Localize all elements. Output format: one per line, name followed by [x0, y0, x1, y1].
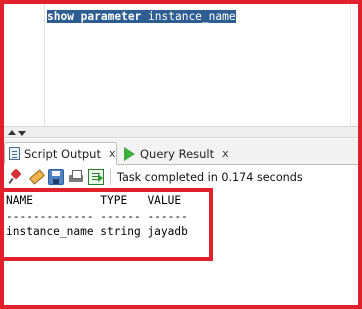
pin-icon[interactable] [8, 169, 24, 185]
tab-script-output[interactable]: Script Output x [4, 142, 117, 165]
code-line-1[interactable]: show parameter instance_name [47, 9, 236, 25]
tab-label-script-output: Script Output [24, 146, 101, 161]
save-icon[interactable] [48, 169, 64, 185]
sql-keywords: show parameter [47, 10, 142, 23]
print-icon[interactable] [68, 169, 84, 185]
run-query-icon [124, 146, 135, 161]
output-tab-bar: Script Output x Query Result x [4, 139, 358, 165]
gutter-divider [44, 4, 45, 129]
toolbar-separator [110, 169, 111, 185]
tab-label-query-result: Query Result [140, 146, 215, 161]
output-toolbar: Task completed in 0.174 seconds [4, 166, 358, 188]
script-output-panel[interactable]: NAME TYPE VALUE ------------- ------ ---… [4, 189, 358, 305]
tab-query-result[interactable]: Query Result x [122, 142, 229, 165]
export-icon[interactable] [88, 169, 104, 185]
tab-close-script-output[interactable]: x [109, 147, 116, 160]
output-divider: ------------- ------ ------ [6, 210, 188, 223]
editor-gutter [4, 4, 44, 129]
pane-splitter[interactable] [4, 126, 358, 138]
collapse-up-icon[interactable] [8, 130, 16, 135]
sql-editor[interactable]: show parameter instance_name [4, 4, 358, 130]
script-output-icon [9, 147, 20, 160]
editor-right-margin [350, 4, 351, 129]
sql-identifier: instance_name [141, 10, 236, 23]
collapse-down-icon[interactable] [18, 131, 26, 136]
output-header: NAME TYPE VALUE [6, 194, 182, 207]
task-status: Task completed in 0.174 seconds [117, 170, 303, 184]
tab-close-query-result[interactable]: x [222, 147, 229, 160]
eraser-icon[interactable] [28, 169, 44, 185]
output-row: instance_name string jayadb [6, 225, 188, 238]
